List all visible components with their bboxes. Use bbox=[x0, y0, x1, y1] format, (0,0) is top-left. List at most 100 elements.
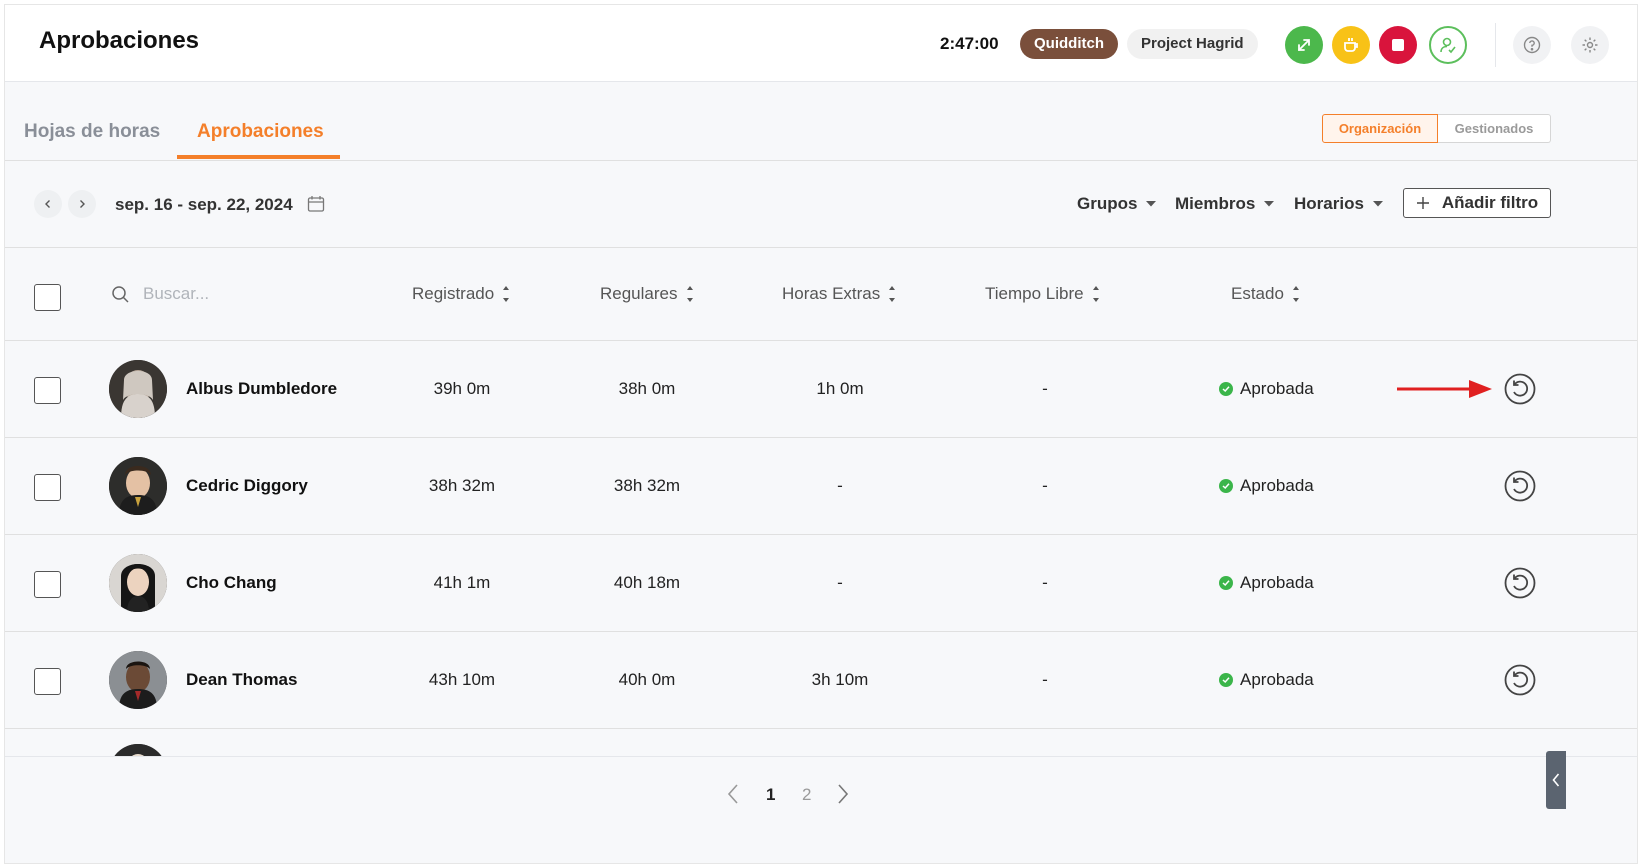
caret-down-icon bbox=[1264, 201, 1275, 207]
top-bar: Aprobaciones 2:47:00 Quidditch Project H… bbox=[5, 5, 1637, 82]
help-icon bbox=[1523, 36, 1541, 54]
side-panel-toggle[interactable] bbox=[1546, 751, 1566, 809]
revert-approval-icon[interactable] bbox=[1504, 664, 1536, 696]
chevron-right-icon bbox=[80, 200, 85, 208]
tab-timesheets[interactable]: Hojas de horas bbox=[24, 121, 160, 143]
avatar bbox=[109, 554, 167, 612]
row-checkbox[interactable] bbox=[34, 668, 61, 695]
coffee-icon bbox=[1344, 38, 1358, 52]
schedules-dropdown[interactable]: Horarios bbox=[1294, 194, 1384, 214]
table-row: Cedric Diggory 38h 32m 38h 32m - - Aprob… bbox=[5, 438, 1637, 535]
overtime-value: - bbox=[837, 573, 843, 592]
status-badge: Aprobada bbox=[1219, 476, 1314, 496]
settings-button[interactable] bbox=[1571, 26, 1609, 64]
col-overtime-label: Horas Extras bbox=[782, 284, 881, 303]
overtime-value: - bbox=[837, 476, 843, 495]
members-label: Miembros bbox=[1175, 194, 1256, 213]
time-off-value: - bbox=[1042, 670, 1048, 689]
page-1[interactable]: 1 bbox=[766, 785, 775, 805]
scope-organization-button[interactable]: Organización bbox=[1322, 114, 1438, 143]
revert-approval-icon[interactable] bbox=[1504, 373, 1536, 405]
plus-icon bbox=[1416, 197, 1429, 209]
gear-icon bbox=[1582, 37, 1598, 53]
stop-button[interactable] bbox=[1379, 26, 1417, 64]
schedules-label: Horarios bbox=[1294, 194, 1364, 213]
header-divider bbox=[1495, 23, 1496, 67]
page-title: Aprobaciones bbox=[39, 27, 200, 54]
break-button[interactable] bbox=[1332, 26, 1370, 64]
app-frame: Aprobaciones 2:47:00 Quidditch Project H… bbox=[4, 4, 1638, 864]
search-input[interactable] bbox=[143, 281, 343, 307]
overtime-value: 1h 0m bbox=[816, 379, 864, 398]
sort-icon bbox=[686, 286, 693, 302]
row-checkbox[interactable] bbox=[34, 377, 61, 404]
page-2[interactable]: 2 bbox=[802, 785, 811, 805]
timer-display: 2:47:00 bbox=[940, 34, 999, 53]
active-tab-indicator bbox=[177, 155, 340, 159]
regular-value: 40h 0m bbox=[618, 670, 676, 689]
col-registered[interactable]: Registrado bbox=[412, 284, 510, 304]
switch-icon bbox=[1298, 39, 1310, 51]
status-label: Aprobada bbox=[1240, 573, 1314, 592]
col-regular-label: Regulares bbox=[600, 284, 678, 303]
member-name[interactable]: Albus Dumbledore bbox=[186, 379, 337, 399]
chevron-left-icon bbox=[1552, 773, 1560, 787]
check-circle-icon bbox=[1219, 479, 1233, 493]
members-dropdown[interactable]: Miembros bbox=[1175, 194, 1275, 214]
calendar-icon[interactable] bbox=[307, 195, 325, 218]
registered-value: 39h 0m bbox=[433, 379, 491, 398]
date-range[interactable]: sep. 16 - sep. 22, 2024 bbox=[115, 195, 293, 215]
check-circle-icon bbox=[1219, 576, 1233, 590]
row-checkbox[interactable] bbox=[34, 571, 61, 598]
prev-page-icon[interactable] bbox=[725, 783, 741, 805]
member-name[interactable]: Cho Chang bbox=[186, 573, 277, 593]
sort-icon bbox=[889, 286, 896, 302]
col-overtime[interactable]: Horas Extras bbox=[782, 284, 896, 304]
project-pill[interactable]: Quidditch bbox=[1020, 29, 1118, 59]
user-status-button[interactable] bbox=[1429, 26, 1467, 64]
user-icon bbox=[1440, 37, 1456, 54]
tabs-row: Hojas de horas Aprobaciones Organización… bbox=[5, 83, 1637, 161]
col-regular[interactable]: Regulares bbox=[600, 284, 694, 304]
client-pill[interactable]: Project Hagrid bbox=[1127, 29, 1258, 59]
col-status-label: Estado bbox=[1231, 284, 1284, 303]
revert-approval-icon[interactable] bbox=[1504, 470, 1536, 502]
status-badge: Aprobada bbox=[1219, 573, 1314, 593]
prev-week-button[interactable] bbox=[34, 190, 62, 218]
table-header: Registrado Regulares Horas Extras Tiempo… bbox=[5, 248, 1637, 341]
time-off-value: - bbox=[1042, 476, 1048, 495]
groups-dropdown[interactable]: Grupos bbox=[1077, 194, 1157, 214]
next-week-button[interactable] bbox=[68, 190, 96, 218]
caret-down-icon bbox=[1372, 201, 1383, 207]
col-time-off-label: Tiempo Libre bbox=[985, 284, 1084, 303]
member-name[interactable]: Cedric Diggory bbox=[186, 476, 308, 496]
red-arrow-annotation bbox=[1397, 380, 1492, 398]
groups-label: Grupos bbox=[1077, 194, 1138, 213]
check-circle-icon bbox=[1219, 382, 1233, 396]
tab-approvals[interactable]: Aprobaciones bbox=[197, 121, 324, 143]
col-time-off[interactable]: Tiempo Libre bbox=[985, 284, 1100, 304]
col-registered-label: Registrado bbox=[412, 284, 495, 303]
add-filter-button[interactable]: Añadir filtro bbox=[1403, 188, 1551, 218]
avatar bbox=[109, 360, 167, 418]
select-all-checkbox[interactable] bbox=[34, 284, 61, 311]
stop-icon bbox=[1392, 39, 1404, 51]
search-icon bbox=[111, 285, 130, 309]
next-page-icon[interactable] bbox=[835, 783, 851, 805]
regular-value: 38h 0m bbox=[618, 379, 676, 398]
status-label: Aprobada bbox=[1240, 476, 1314, 495]
regular-value: 38h 32m bbox=[613, 476, 681, 495]
filter-bar: sep. 16 - sep. 22, 2024 Grupos Miembros … bbox=[5, 161, 1637, 248]
switch-task-button[interactable] bbox=[1285, 26, 1323, 64]
col-status[interactable]: Estado bbox=[1231, 284, 1300, 304]
help-button[interactable] bbox=[1513, 26, 1551, 64]
row-checkbox[interactable] bbox=[34, 474, 61, 501]
caret-down-icon bbox=[1146, 201, 1157, 207]
regular-value: 40h 18m bbox=[613, 573, 681, 592]
time-off-value: - bbox=[1042, 573, 1048, 592]
sort-icon bbox=[1092, 286, 1099, 302]
revert-approval-icon[interactable] bbox=[1504, 567, 1536, 599]
table-row: Albus Dumbledore 39h 0m 38h 0m 1h 0m - A… bbox=[5, 341, 1637, 438]
scope-managed-button[interactable]: Gestionados bbox=[1438, 114, 1551, 143]
member-name[interactable]: Dean Thomas bbox=[186, 670, 297, 690]
